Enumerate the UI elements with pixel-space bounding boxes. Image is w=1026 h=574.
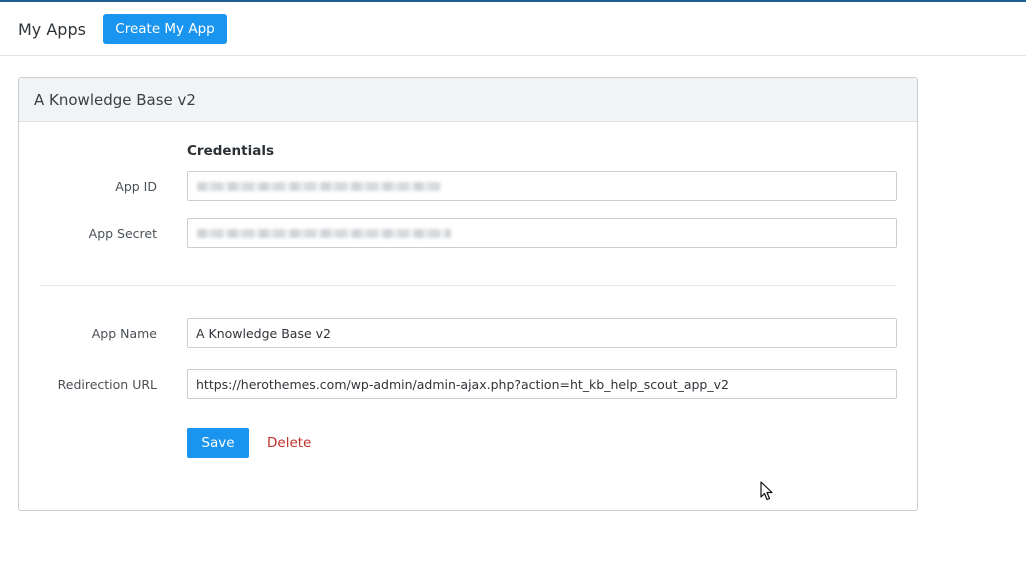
app-id-field[interactable]: [187, 171, 897, 201]
app-panel: A Knowledge Base v2 Credentials App ID A…: [18, 77, 918, 511]
app-id-label: App ID: [115, 179, 157, 194]
create-app-button[interactable]: Create My App: [103, 14, 227, 44]
save-button[interactable]: Save: [187, 428, 249, 458]
credentials-heading: Credentials: [187, 143, 275, 159]
app-name-input[interactable]: [187, 318, 897, 348]
delete-link[interactable]: Delete: [267, 435, 311, 451]
app-name-label: App Name: [91, 326, 157, 341]
page-title: My Apps: [18, 20, 86, 39]
app-id-redacted-value: [197, 182, 441, 191]
app-secret-redacted-value: [197, 229, 451, 238]
app-secret-label: App Secret: [88, 226, 157, 241]
mouse-pointer-icon: [760, 481, 773, 501]
page-header: My Apps Create My App: [0, 2, 1026, 56]
redirection-url-label: Redirection URL: [57, 377, 157, 392]
app-secret-field[interactable]: [187, 218, 897, 248]
section-divider: [40, 285, 896, 286]
redirection-url-input[interactable]: [187, 369, 897, 399]
app-panel-header: A Knowledge Base v2: [19, 78, 917, 122]
app-panel-title: A Knowledge Base v2: [34, 91, 196, 109]
